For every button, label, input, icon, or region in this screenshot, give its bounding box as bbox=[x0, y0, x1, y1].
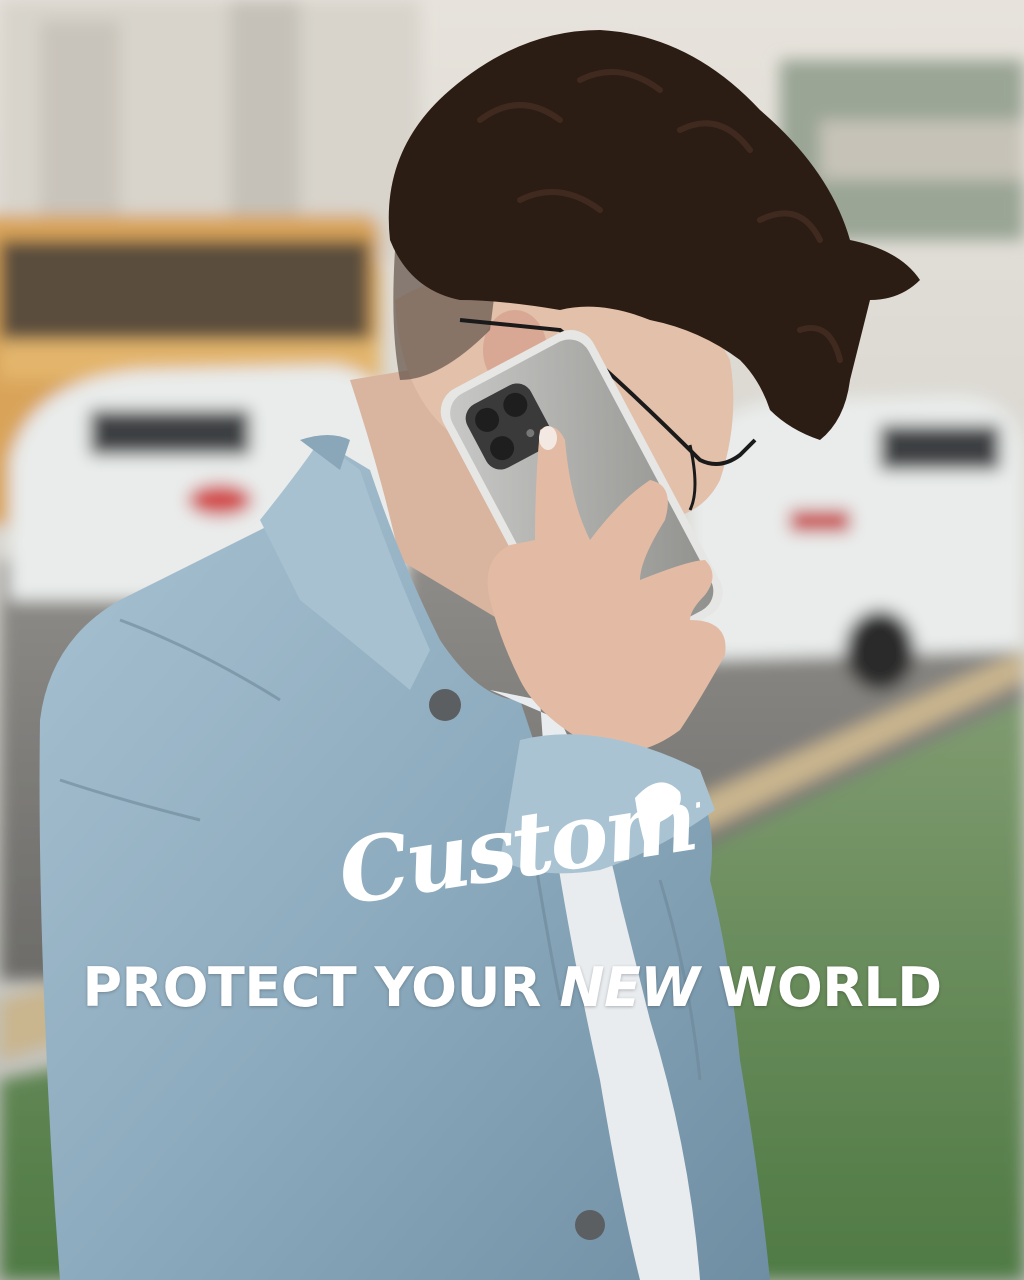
tagline-part2: WORLD bbox=[699, 956, 942, 1019]
jacket-button bbox=[575, 1210, 605, 1240]
jacket-button bbox=[429, 689, 461, 721]
background-photo bbox=[0, 0, 1024, 1280]
customic-logo: Customic bbox=[332, 770, 700, 910]
tagline: PROTECT YOUR NEW WORLD bbox=[0, 956, 1024, 1019]
tagline-part1: PROTECT YOUR bbox=[82, 956, 560, 1019]
tagline-emphasis: NEW bbox=[559, 956, 700, 1019]
ad-banner: Customic PROTECT YOUR NEW WORLD bbox=[0, 0, 1024, 1280]
